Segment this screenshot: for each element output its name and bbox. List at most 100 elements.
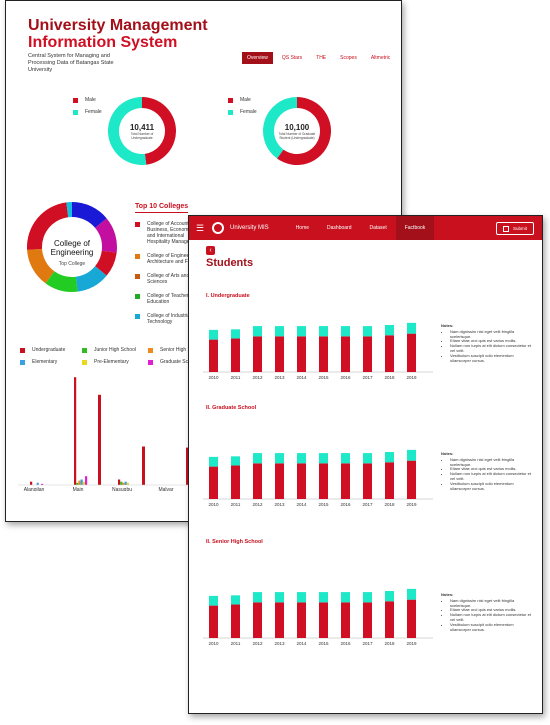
year-tick-label: 2010 xyxy=(208,502,219,507)
bar-bottom[interactable] xyxy=(275,336,284,372)
bar-top[interactable] xyxy=(209,329,218,340)
bar-bottom[interactable] xyxy=(231,465,240,499)
bar-top[interactable] xyxy=(297,453,306,464)
bar-top[interactable] xyxy=(407,588,416,600)
tab-qs-stars[interactable]: QS Stars xyxy=(277,52,307,64)
year-tick-label: 2013 xyxy=(274,641,285,646)
tab-the[interactable]: THE xyxy=(311,52,331,64)
bar-top[interactable] xyxy=(297,326,306,337)
bar-top[interactable] xyxy=(319,453,328,464)
bar-top[interactable] xyxy=(231,595,240,605)
bar-top[interactable] xyxy=(341,326,350,337)
bar-bottom[interactable] xyxy=(231,338,240,372)
bar-bottom[interactable] xyxy=(275,602,284,638)
bar-top[interactable] xyxy=(363,453,372,464)
bar-bottom[interactable] xyxy=(297,336,306,372)
year-tick-label: 2014 xyxy=(296,641,307,646)
bar-top[interactable] xyxy=(253,453,262,464)
submit-button[interactable]: Submit xyxy=(495,222,534,235)
gender-legend-right: Male Female xyxy=(228,97,257,121)
bar-top[interactable] xyxy=(341,592,350,603)
bar-bottom[interactable] xyxy=(209,605,218,638)
bar-top[interactable] xyxy=(319,592,328,603)
campus-tick-label: Malvar xyxy=(158,487,173,491)
bar-top[interactable] xyxy=(363,326,372,337)
bar-bottom[interactable] xyxy=(385,462,394,499)
bar-bottom[interactable] xyxy=(363,336,372,372)
back-arrow-icon[interactable]: ‹ xyxy=(206,246,215,255)
bar-top[interactable] xyxy=(231,329,240,339)
bar-bottom[interactable] xyxy=(319,336,328,372)
campus-bar[interactable] xyxy=(120,481,123,485)
bar-top[interactable] xyxy=(209,456,218,467)
bar-bottom[interactable] xyxy=(253,463,262,499)
bar-top[interactable] xyxy=(253,592,262,603)
campus-bar[interactable] xyxy=(74,377,77,485)
bar-bottom[interactable] xyxy=(363,602,372,638)
campus-bar[interactable] xyxy=(118,479,121,486)
hamburger-menu-icon[interactable]: ☰ xyxy=(196,223,210,234)
campus-bar[interactable] xyxy=(85,476,88,485)
bar-top[interactable] xyxy=(275,592,284,603)
bar-bottom[interactable] xyxy=(363,463,372,499)
campus-bar[interactable] xyxy=(36,482,39,485)
bar-bottom[interactable] xyxy=(253,336,262,372)
bar-top[interactable] xyxy=(385,591,394,602)
year-tick-label: 2016 xyxy=(340,375,351,380)
tab-scopes[interactable]: Scopes xyxy=(335,52,362,64)
nav-dashboard[interactable]: Dashboard xyxy=(318,216,360,240)
bar-bottom[interactable] xyxy=(253,602,262,638)
bar-top[interactable] xyxy=(341,453,350,464)
bar-bottom[interactable] xyxy=(407,460,416,499)
campus-bar[interactable] xyxy=(122,482,125,485)
bar-top[interactable] xyxy=(407,449,416,461)
campus-bar[interactable] xyxy=(126,482,129,485)
campus-bar[interactable] xyxy=(124,481,127,485)
year-tick-label: 2019 xyxy=(406,641,417,646)
bar-top[interactable] xyxy=(363,592,372,603)
bar-bottom[interactable] xyxy=(231,604,240,638)
campus-bar[interactable] xyxy=(142,446,145,486)
bar-top[interactable] xyxy=(231,456,240,466)
bar-top[interactable] xyxy=(253,326,262,337)
bar-top[interactable] xyxy=(275,453,284,464)
bar-top[interactable] xyxy=(297,592,306,603)
bar-bottom[interactable] xyxy=(275,463,284,499)
bar-top[interactable] xyxy=(407,322,416,334)
year-tick-label: 2015 xyxy=(318,375,329,380)
nav-factbook[interactable]: Factbook xyxy=(395,216,435,240)
year-tick-label: 2016 xyxy=(340,502,351,507)
tab-altmetric[interactable]: Altmetric xyxy=(366,52,395,64)
brand-name: University MIS xyxy=(230,225,269,231)
nav-home[interactable]: Home xyxy=(287,216,318,240)
year-tick-label: 2012 xyxy=(252,641,263,646)
campus-bar[interactable] xyxy=(80,479,83,486)
university-logo xyxy=(212,222,224,234)
legend-item: Elementary xyxy=(20,359,57,365)
bar-bottom[interactable] xyxy=(407,599,416,638)
bar-bottom[interactable] xyxy=(319,463,328,499)
bar-top[interactable] xyxy=(385,452,394,463)
bar-top[interactable] xyxy=(319,326,328,337)
bar-bottom[interactable] xyxy=(297,602,306,638)
bar-bottom[interactable] xyxy=(385,601,394,638)
tab-overview[interactable]: Overview xyxy=(242,52,273,64)
bar-bottom[interactable] xyxy=(407,333,416,372)
bar-bottom[interactable] xyxy=(319,602,328,638)
bar-bottom[interactable] xyxy=(209,339,218,372)
bar-top[interactable] xyxy=(209,595,218,606)
campus-bar[interactable] xyxy=(76,482,79,485)
bar-bottom[interactable] xyxy=(297,463,306,499)
bar-bottom[interactable] xyxy=(209,466,218,499)
bar-bottom[interactable] xyxy=(341,463,350,499)
nav-dataset[interactable]: Dataset xyxy=(360,216,395,240)
bar-bottom[interactable] xyxy=(341,602,350,638)
campus-bar[interactable] xyxy=(82,481,85,485)
campus-bar[interactable] xyxy=(30,481,33,485)
bar-top[interactable] xyxy=(275,326,284,337)
bar-bottom[interactable] xyxy=(385,335,394,372)
bar-bottom[interactable] xyxy=(341,336,350,372)
campus-bar[interactable] xyxy=(98,394,101,485)
campus-bar[interactable] xyxy=(78,480,81,485)
bar-top[interactable] xyxy=(385,325,394,336)
